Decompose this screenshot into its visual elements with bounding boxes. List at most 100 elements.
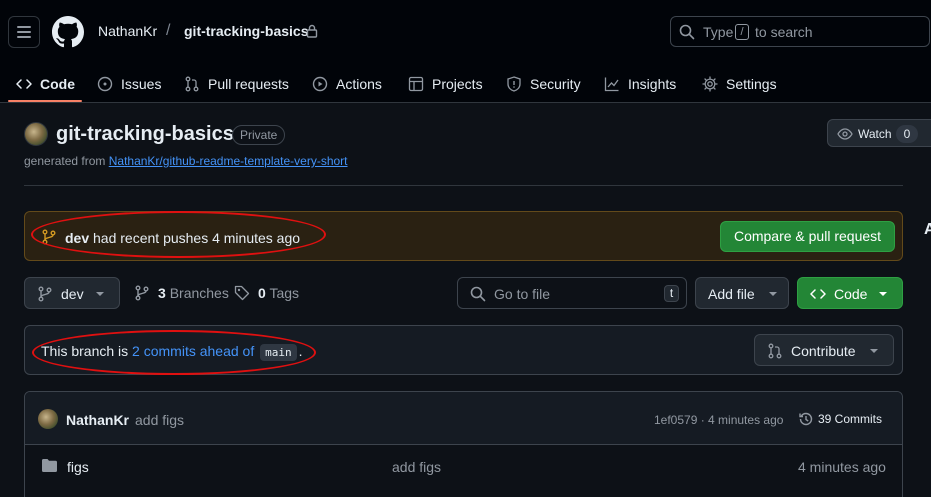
branch-status-prefix: This branch is <box>41 343 129 359</box>
repo-nav: Code Issues Pull requests Actions Projec… <box>0 64 931 103</box>
commit-sha-time[interactable]: 1ef0579 · 4 minutes ago <box>654 413 783 427</box>
branches-count: 3 <box>158 285 166 301</box>
graph-icon <box>604 77 619 91</box>
code-icon <box>16 78 32 89</box>
issue-icon <box>97 76 113 91</box>
go-to-file-shortcut-key: t <box>664 285 679 302</box>
tags-label: Tags <box>269 285 300 301</box>
search-icon <box>470 286 486 302</box>
chevron-down-icon <box>769 292 777 296</box>
branch-selector-button[interactable]: dev <box>24 277 120 309</box>
branch-icon <box>42 229 56 245</box>
tab-label: Issues <box>121 75 162 92</box>
latest-commit-row: NathanKr add figs 1ef0579 · 4 minutes ag… <box>25 392 902 445</box>
divider <box>24 185 903 186</box>
search-placeholder-prefix: Type <box>703 24 734 40</box>
github-logo-icon[interactable] <box>52 16 84 48</box>
owner-avatar[interactable] <box>24 122 48 146</box>
tag-icon <box>234 285 250 301</box>
commit-message[interactable]: add figs <box>135 412 184 428</box>
lock-icon <box>306 24 318 38</box>
tab-pull-requests[interactable]: Pull requests <box>184 64 289 103</box>
active-tab-indicator <box>8 100 82 102</box>
branch-icon <box>38 286 52 302</box>
search-icon <box>679 24 695 40</box>
search-shortcut-key: / <box>735 24 749 40</box>
recent-push-text: dev had recent pushes 4 minutes ago <box>65 230 300 246</box>
file-age: 4 minutes ago <box>798 459 886 475</box>
breadcrumb-separator: / <box>166 22 171 39</box>
commits-ahead-link[interactable]: 2 commits ahead of <box>132 343 254 359</box>
file-commit-message[interactable]: add figs <box>392 459 441 475</box>
commits-history-link[interactable]: 39 Commits <box>798 411 882 427</box>
contribute-label: Contribute <box>791 343 856 359</box>
code-button-label: Code <box>834 286 868 302</box>
menu-button[interactable] <box>8 16 40 48</box>
pull-request-icon <box>185 76 199 91</box>
base-branch-name: main <box>260 344 297 361</box>
top-bar: NathanKr / git-tracking-basics Type / to… <box>0 0 931 103</box>
tab-settings[interactable]: Settings <box>702 64 777 103</box>
branch-status-text: This branch is 2 commits ahead of main. <box>41 343 303 361</box>
menu-line <box>17 26 31 28</box>
menu-line <box>17 31 31 33</box>
table-row[interactable]: figs add figs 4 minutes ago <box>25 446 902 486</box>
tab-projects[interactable]: Projects <box>408 64 483 103</box>
tab-security[interactable]: Security <box>506 64 581 103</box>
tab-label: Settings <box>726 75 777 92</box>
tab-label: Security <box>530 75 581 92</box>
repo-title[interactable]: git-tracking-basics <box>56 123 234 146</box>
chevron-down-icon <box>96 292 104 296</box>
watch-label: Watch <box>858 127 892 141</box>
branches-link[interactable]: 3 Branches <box>134 285 229 301</box>
file-browser: NathanKr add figs 1ef0579 · 4 minutes ag… <box>24 391 903 497</box>
compare-pull-request-button[interactable]: Compare & pull request <box>720 221 895 252</box>
tab-label: Code <box>40 75 75 92</box>
generated-from-label: generated from <box>24 154 106 168</box>
branch-icon <box>135 285 149 301</box>
generated-from-line: generated from NathanKr/github-readme-te… <box>24 154 348 168</box>
tab-code[interactable]: Code <box>16 64 75 103</box>
tags-count: 0 <box>258 285 266 301</box>
contribute-button[interactable]: Contribute <box>754 334 894 366</box>
watch-count: 0 <box>896 125 918 143</box>
pull-request-icon <box>768 343 782 359</box>
search-placeholder-suffix: to search <box>755 24 813 40</box>
tab-label: Pull requests <box>208 75 289 92</box>
pushed-branch-name[interactable]: dev <box>65 230 89 246</box>
tab-label: Projects <box>432 75 483 92</box>
sidebar-partial-text: A <box>924 221 931 238</box>
commits-count-label: 39 Commits <box>818 412 883 426</box>
history-icon <box>799 412 813 426</box>
commit-author[interactable]: NathanKr <box>66 412 129 428</box>
tab-label: Actions <box>336 75 382 92</box>
add-file-button[interactable]: Add file <box>695 277 789 309</box>
recent-push-banner: dev had recent pushes 4 minutes ago Comp… <box>24 211 903 261</box>
visibility-badge: Private <box>232 125 286 145</box>
template-repo-link[interactable]: NathanKr/github-readme-template-very-sho… <box>109 154 348 168</box>
table-icon <box>408 76 424 91</box>
watch-button[interactable]: Watch 0 <box>827 119 931 147</box>
avatar[interactable] <box>38 409 58 429</box>
current-branch-label: dev <box>61 286 84 302</box>
chevron-down-icon <box>870 349 878 353</box>
branch-status-box: This branch is 2 commits ahead of main. … <box>24 325 903 375</box>
go-to-file-input[interactable]: Go to file t <box>457 277 687 309</box>
eye-icon <box>837 128 853 140</box>
chevron-down-icon <box>879 292 887 296</box>
tab-issues[interactable]: Issues <box>97 64 161 103</box>
file-name[interactable]: figs <box>67 459 89 475</box>
breadcrumb-owner[interactable]: NathanKr <box>98 23 157 39</box>
branch-status-suffix: . <box>298 343 303 359</box>
search-input[interactable]: Type / to search <box>670 16 930 47</box>
tab-actions[interactable]: Actions <box>312 64 382 103</box>
tags-link[interactable]: 0 Tags <box>234 285 299 301</box>
tab-insights[interactable]: Insights <box>604 64 676 103</box>
breadcrumb-repo[interactable]: git-tracking-basics <box>184 23 308 39</box>
branches-label: Branches <box>169 285 229 301</box>
shield-icon <box>507 75 521 92</box>
add-file-label: Add file <box>708 286 755 302</box>
code-button[interactable]: Code <box>797 277 903 309</box>
recent-push-message: had recent pushes 4 minutes ago <box>93 230 301 246</box>
menu-line <box>17 36 31 38</box>
